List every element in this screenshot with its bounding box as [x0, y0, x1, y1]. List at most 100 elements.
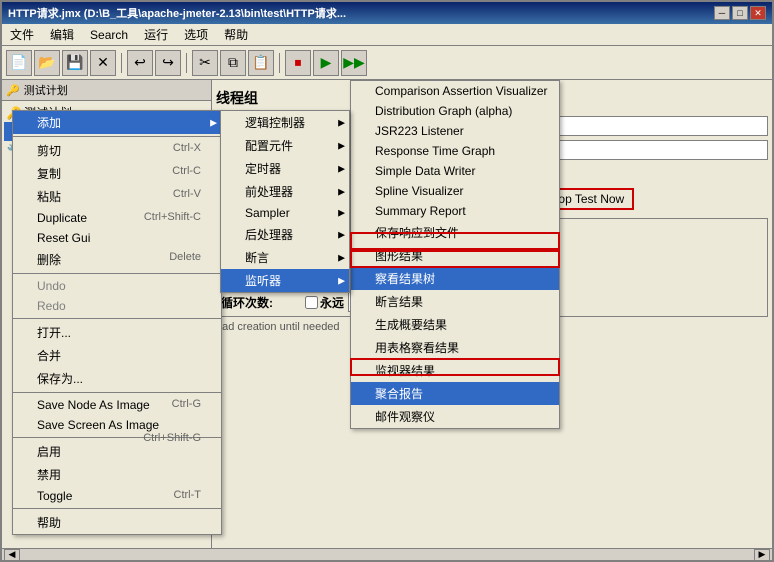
loop-forever-check[interactable]: [305, 296, 318, 309]
tree-header: 🔑 测试计划: [2, 80, 211, 101]
listener-dist-graph[interactable]: Distribution Graph (alpha): [351, 101, 559, 121]
ctx-disable[interactable]: 禁用: [13, 463, 221, 486]
toolbar-run2[interactable]: ▶▶: [341, 50, 367, 76]
ctx-duplicate[interactable]: DuplicateCtrl+Shift-C: [13, 208, 221, 228]
toolbar-open[interactable]: 📂: [34, 50, 60, 76]
ctx-sep-1: [13, 136, 221, 137]
listener-response-time[interactable]: Response Time Graph: [351, 141, 559, 161]
tree-icon: 🔑: [6, 84, 20, 97]
submenu-timer[interactable]: 定时器: [221, 157, 349, 180]
ctx-reset-gui[interactable]: Reset Gui: [13, 228, 221, 248]
listener-jsr223[interactable]: JSR223 Listener: [351, 121, 559, 141]
toolbar-paste[interactable]: 📋: [248, 50, 274, 76]
ctx-save-screen-img[interactable]: Save Screen As ImageCtrl+Shift-G: [13, 415, 221, 435]
ctx-sep-6: [13, 508, 221, 509]
ctx-sni-shortcut: Ctrl-G: [172, 398, 201, 410]
tree-header-label: 测试计划: [24, 82, 68, 98]
ctx-sep-2: [13, 273, 221, 274]
listener-view-results-tree[interactable]: 察看结果树: [351, 267, 559, 290]
submenu-assertion[interactable]: 断言: [221, 246, 349, 269]
listener-assert-results[interactable]: 断言结果: [351, 290, 559, 313]
toolbar-sep-2: [186, 53, 187, 73]
menu-edit[interactable]: 编辑: [42, 24, 82, 45]
submenu-preproc[interactable]: 前处理器: [221, 180, 349, 203]
delay-text: ead creation until needed: [216, 321, 340, 333]
menu-run[interactable]: 运行: [136, 24, 176, 45]
ctx-sep-3: [13, 318, 221, 319]
minimize-button[interactable]: ─: [714, 6, 730, 20]
submenu-listener[interactable]: 监听器: [221, 269, 349, 292]
menu-search[interactable]: Search: [82, 26, 136, 44]
ctx-del-shortcut: Delete: [169, 251, 201, 263]
ctx-paste-shortcut: Ctrl-V: [173, 188, 201, 200]
ctx-cut-shortcut: Ctrl-X: [173, 142, 201, 154]
toolbar-undo[interactable]: ↩: [127, 50, 153, 76]
menu-file[interactable]: 文件: [2, 24, 42, 45]
listener-graph-results[interactable]: 图形结果: [351, 244, 559, 267]
ctx-save-node-img[interactable]: Save Node As ImageCtrl-G: [13, 395, 221, 415]
listener-monitor[interactable]: 监视器结果: [351, 359, 559, 382]
ctx-help[interactable]: 帮助: [13, 511, 221, 534]
listener-mail[interactable]: 邮件观察仪: [351, 405, 559, 428]
ctx-dup-shortcut: Ctrl+Shift-C: [144, 211, 201, 223]
toolbar-close[interactable]: ✕: [90, 50, 116, 76]
listener-table-results[interactable]: 用表格察看结果: [351, 336, 559, 359]
ctx-delete[interactable]: 删除Delete: [13, 248, 221, 271]
submenu-config[interactable]: 配置元件: [221, 134, 349, 157]
ctx-enable[interactable]: 启用: [13, 440, 221, 463]
scroll-left-btn[interactable]: ◀: [4, 549, 20, 561]
listener-summary-gen[interactable]: 生成概要结果: [351, 313, 559, 336]
listener-summary[interactable]: Summary Report: [351, 201, 559, 221]
toolbar-cut[interactable]: ✂: [192, 50, 218, 76]
main-window: HTTP请求.jmx (D:\B_工具\apache-jmeter-2.13\b…: [0, 0, 774, 562]
submenu-postproc[interactable]: 后处理器: [221, 223, 349, 246]
window-controls: ─ □ ✕: [714, 6, 766, 20]
toolbar-copy[interactable]: ⧉: [220, 50, 246, 76]
ctx-toggle-shortcut: Ctrl-T: [174, 489, 202, 501]
main-content: 🔑 测试计划 🔑 测试计划 ⚙ 线程组 🔧 工作台 线程组: [2, 80, 772, 548]
toolbar-sep-1: [121, 53, 122, 73]
toolbar-save[interactable]: 💾: [62, 50, 88, 76]
toolbar-stop[interactable]: ⏹: [285, 50, 311, 76]
ctx-undo: Undo: [13, 276, 221, 296]
ctx-add[interactable]: 添加: [13, 111, 221, 134]
toolbar-new[interactable]: 📄: [6, 50, 32, 76]
listener-simple-writer[interactable]: Simple Data Writer: [351, 161, 559, 181]
toolbar-sep-3: [279, 53, 280, 73]
scroll-track: [20, 550, 754, 560]
submenu-sampler[interactable]: Sampler: [221, 203, 349, 223]
loop-forever-label[interactable]: 永远: [305, 294, 344, 311]
ctx-sep-4: [13, 392, 221, 393]
ctx-save-as[interactable]: 保存为...: [13, 367, 221, 390]
menu-help[interactable]: 帮助: [216, 24, 256, 45]
ctx-merge[interactable]: 合并: [13, 344, 221, 367]
close-button[interactable]: ✕: [750, 6, 766, 20]
listener-submenu: Comparison Assertion Visualizer Distribu…: [350, 80, 560, 429]
toolbar-redo[interactable]: ↪: [155, 50, 181, 76]
window-title: HTTP请求.jmx (D:\B_工具\apache-jmeter-2.13\b…: [8, 5, 346, 21]
listener-comparison[interactable]: Comparison Assertion Visualizer: [351, 81, 559, 101]
scroll-right-btn[interactable]: ▶: [754, 549, 770, 561]
sub-menu-add: 逻辑控制器 配置元件 定时器 前处理器 Sampler 后处理器 断言 监听器: [220, 110, 350, 293]
ctx-redo: Redo: [13, 296, 221, 316]
context-menu: 添加 剪切Ctrl-X 复制Ctrl-C 粘贴Ctrl-V DuplicateC…: [12, 110, 222, 535]
ctx-cut[interactable]: 剪切Ctrl-X: [13, 139, 221, 162]
ctx-copy[interactable]: 复制Ctrl-C: [13, 162, 221, 185]
ctx-paste[interactable]: 粘贴Ctrl-V: [13, 185, 221, 208]
loop-forever-text: 永远: [320, 294, 344, 311]
submenu-logic[interactable]: 逻辑控制器: [221, 111, 349, 134]
listener-save-resp[interactable]: 保存响应到文件: [351, 221, 559, 244]
toolbar-run[interactable]: ▶: [313, 50, 339, 76]
ctx-copy-shortcut: Ctrl-C: [172, 165, 201, 177]
menu-bar: 文件 编辑 Search 运行 选项 帮助: [2, 24, 772, 46]
title-bar: HTTP请求.jmx (D:\B_工具\apache-jmeter-2.13\b…: [2, 2, 772, 24]
listener-aggregate[interactable]: 聚合报告: [351, 382, 559, 405]
menu-options[interactable]: 选项: [176, 24, 216, 45]
loop-label: 循环次数:: [221, 294, 301, 311]
listener-spline[interactable]: Spline Visualizer: [351, 181, 559, 201]
ctx-open[interactable]: 打开...: [13, 321, 221, 344]
ctx-toggle[interactable]: ToggleCtrl-T: [13, 486, 221, 506]
toolbar: 📄 📂 💾 ✕ ↩ ↪ ✂ ⧉ 📋 ⏹ ▶ ▶▶: [2, 46, 772, 80]
maximize-button[interactable]: □: [732, 6, 748, 20]
scroll-bar: ◀ ▶: [2, 548, 772, 560]
